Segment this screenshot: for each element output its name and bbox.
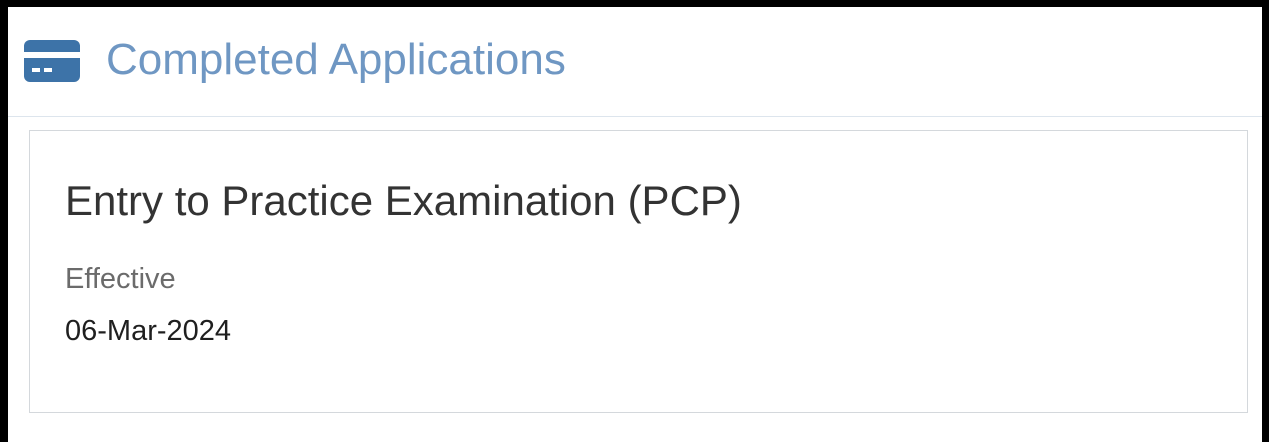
credit-card-icon [24, 40, 80, 82]
page-title: Completed Applications [106, 35, 566, 84]
application-title: Entry to Practice Examination (PCP) [65, 177, 742, 224]
application-card: Entry to Practice Examination (PCP) Effe… [29, 130, 1248, 413]
panel-header: Completed Applications [8, 7, 1262, 117]
effective-label: Effective [65, 263, 176, 295]
completed-applications-panel: Completed Applications Entry to Practice… [0, 0, 1269, 442]
effective-date: 06-Mar-2024 [65, 315, 232, 347]
